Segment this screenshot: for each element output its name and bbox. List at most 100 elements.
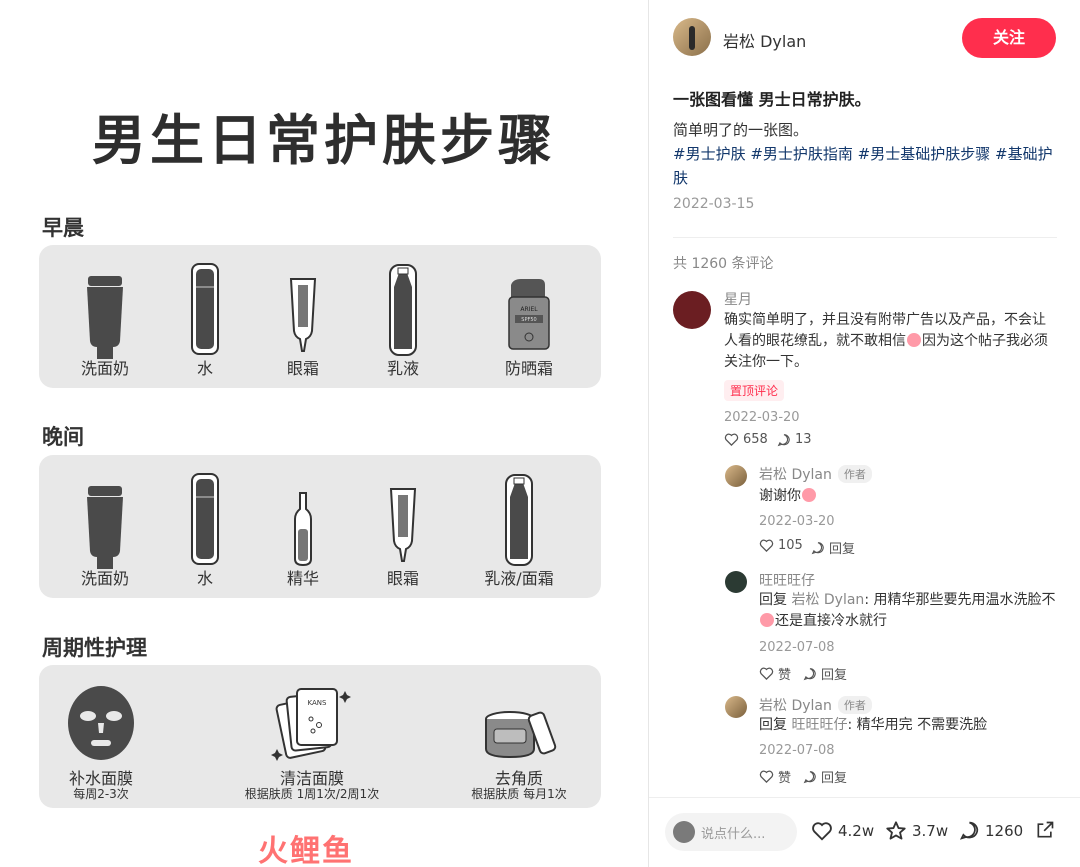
- lotion-product: 乳液: [343, 245, 463, 378]
- reply-date: 2022-03-20: [759, 514, 835, 529]
- heart-icon: [759, 770, 774, 784]
- post-hashtags[interactable]: #男士护肤 #男士护肤指南 #男士基础护肤步骤 #基础护肤: [673, 142, 1058, 190]
- reply-text: 回复 岩松 Dylan: 用精华那些要先用温水洗脸不还是直接冷水就行: [759, 590, 1059, 632]
- author-badge: 作者: [837, 465, 872, 483]
- reply-reply-button[interactable]: 回复: [803, 664, 847, 683]
- post-description: 简单明了的一张图。 #男士护肤 #男士护肤指南 #男士基础护肤步骤 #基础护肤: [673, 118, 1058, 190]
- collect-button[interactable]: 3.7w: [885, 820, 948, 842]
- reply-author[interactable]: 岩松 Dylan 作者: [759, 695, 872, 715]
- like-label: 赞: [778, 771, 792, 786]
- reply-count: 13: [795, 432, 812, 447]
- lotion-product: 乳液/面霜: [459, 455, 579, 588]
- reply-author-name: 岩松 Dylan: [759, 698, 832, 714]
- reply-like-button[interactable]: 赞: [759, 767, 791, 786]
- reply-text-part: 谢谢你: [759, 488, 801, 504]
- comment-text: 确实简单明了，并且没有附带广告以及产品，不会让人看的眼花缭乱，就不敢相信 因为这个…: [724, 310, 1059, 373]
- reply-date: 2022-07-08: [759, 640, 835, 655]
- eye-cream-tube-icon: [289, 278, 317, 352]
- poster-title: 男生日常护肤步骤: [92, 108, 556, 172]
- lotion-bottle-icon: [389, 264, 417, 356]
- post-image[interactable]: 男生日常护肤步骤 早晨 洗面奶 水 眼霜 乳液 ARIEL SPF50 防晒霜 …: [0, 0, 648, 867]
- reply-prefix: 回复: [759, 592, 787, 608]
- like-label: 赞: [778, 668, 792, 683]
- post-desc-text: 简单明了的一张图。: [673, 121, 809, 139]
- reply-date: 2022-07-08: [759, 743, 835, 758]
- reply-text-part: : 用精华那些要先用温水洗脸不: [864, 592, 1056, 608]
- section-periodic-heading: 周期性护理: [42, 636, 147, 660]
- commenter-avatar[interactable]: [673, 291, 711, 329]
- post-date: 2022-03-15: [673, 196, 755, 212]
- reply-author[interactable]: 岩松 Dylan 作者: [759, 464, 872, 484]
- reply-label: 回复: [829, 542, 856, 557]
- product-sub: 根据肤质 每月1次: [471, 787, 567, 801]
- emoji-icon: [802, 488, 816, 502]
- reply-target[interactable]: 旺旺旺仔: [791, 717, 847, 733]
- comment-input-placeholder: 说点什么...: [701, 827, 766, 842]
- comment-bubble-icon: [959, 821, 979, 840]
- author-name[interactable]: 岩松 Dylan: [723, 28, 806, 52]
- post-detail-panel: 岩松 Dylan 关注 一张图看懂 男士日常护肤。 简单明了的一张图。 #男士护…: [648, 0, 1080, 867]
- star-icon: [886, 821, 906, 840]
- bottom-action-bar: 说点什么... 4.2w 3.7w 1260: [649, 797, 1080, 867]
- like-count: 105: [778, 538, 803, 553]
- author-avatar[interactable]: [673, 18, 711, 56]
- lotion-bottle-icon: [505, 474, 533, 566]
- reply-text: 回复 旺旺旺仔: 精华用完 不需要洗脸: [759, 715, 1059, 736]
- reply-target[interactable]: 岩松 Dylan: [791, 592, 864, 608]
- eye-cream-tube-icon: [389, 488, 417, 562]
- comment-total: 1260: [985, 821, 1024, 840]
- heart-icon: [724, 433, 739, 447]
- cleansing-mask-product: KANS 清洁面膜 根据肤质 1周1次/2周1次: [245, 665, 379, 801]
- comment-count: 共 1260 条评论: [673, 256, 774, 272]
- comment-like-button[interactable]: 658: [724, 432, 768, 447]
- comment-bubble-icon: [811, 541, 824, 554]
- periodic-card: 补水面膜 每周2-3次 KANS 清洁面膜 根据肤质 1周1次/2周1次 去角质…: [39, 665, 601, 808]
- share-icon: [1037, 821, 1054, 838]
- user-avatar: [673, 821, 695, 843]
- toner-bottle-icon: [191, 473, 219, 565]
- section-morning-heading: 早晨: [42, 216, 84, 240]
- reply-avatar[interactable]: [725, 571, 747, 593]
- reply-author-name[interactable]: 旺旺旺仔: [759, 570, 815, 590]
- heart-icon: [759, 667, 774, 681]
- comment-reply-button[interactable]: 13: [777, 432, 812, 447]
- reply-reply-button[interactable]: 回复: [811, 538, 855, 557]
- mask-packet-icon: KANS: [271, 688, 351, 761]
- share-button[interactable]: [1035, 820, 1055, 840]
- sunscreen-brand-text: ARIEL: [520, 306, 538, 313]
- comment-bubble-icon: [803, 667, 816, 680]
- sunscreen-bottle-icon: ARIEL SPF50: [508, 279, 550, 350]
- reply-text-part: 还是直接冷水就行: [775, 613, 887, 629]
- reply-prefix: 回复: [759, 717, 787, 733]
- comment-input[interactable]: 说点什么...: [665, 813, 797, 851]
- mask-brand-text: KANS: [308, 699, 327, 707]
- heart-icon: [812, 822, 832, 841]
- comments-button[interactable]: 1260: [959, 820, 1023, 841]
- reply-author-name: 岩松 Dylan: [759, 467, 832, 483]
- reply-avatar[interactable]: [725, 465, 747, 487]
- product-label: 乳液: [386, 359, 419, 378]
- comment-bubble-icon: [803, 770, 816, 783]
- commenter-name[interactable]: 星月: [724, 289, 752, 309]
- comment-date: 2022-03-20: [724, 410, 800, 425]
- sunscreen-product: ARIEL SPF50 防晒霜: [469, 245, 589, 378]
- reply-like-button[interactable]: 105: [759, 538, 803, 553]
- reply-like-button[interactable]: 赞: [759, 664, 791, 683]
- post-title: 一张图看懂 男士日常护肤。: [673, 90, 871, 109]
- reply-label: 回复: [821, 668, 848, 683]
- like-total: 4.2w: [838, 822, 875, 840]
- follow-button[interactable]: 关注: [962, 18, 1056, 58]
- like-count: 658: [743, 432, 768, 447]
- reply-avatar[interactable]: [725, 696, 747, 718]
- reply-reply-button[interactable]: 回复: [803, 767, 847, 786]
- like-button[interactable]: 4.2w: [811, 820, 874, 842]
- emoji-icon: [760, 613, 774, 627]
- heart-icon: [759, 539, 774, 553]
- product-sub: 根据肤质 1周1次/2周1次: [244, 787, 380, 801]
- sunscreen-spf-text: SPF50: [521, 317, 536, 323]
- evening-card: 洗面奶 水 精华 眼霜 乳液/面霜: [39, 455, 601, 598]
- section-evening-heading: 晚间: [42, 425, 84, 449]
- reply-text: 谢谢你: [759, 486, 817, 507]
- collect-total: 3.7w: [912, 822, 949, 840]
- author-badge: 作者: [837, 696, 872, 714]
